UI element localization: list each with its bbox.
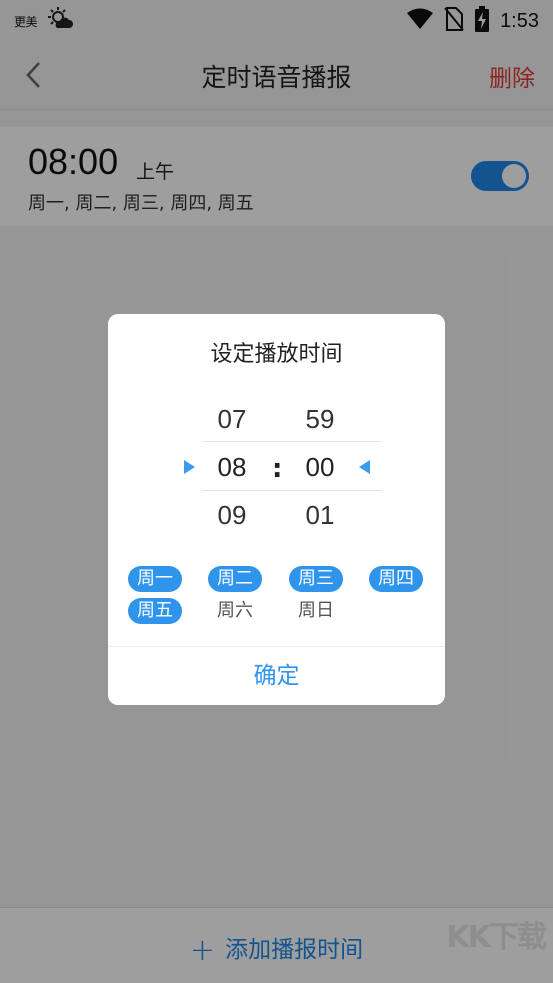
day-chip-sat[interactable]: 周六 xyxy=(208,598,262,624)
weekday-selector: 周一 周二 周三 周四 周五 周六 周日 xyxy=(108,564,445,634)
hour-next[interactable]: 09 xyxy=(202,500,262,531)
confirm-button[interactable]: 确定 xyxy=(108,647,445,705)
day-chip-mon[interactable]: 周一 xyxy=(128,566,182,592)
selection-arrow-left-icon xyxy=(184,460,195,474)
minute-prev[interactable]: 59 xyxy=(290,404,350,435)
picker-divider-top xyxy=(202,441,382,442)
minute-current[interactable]: 00 xyxy=(290,452,350,483)
hour-current[interactable]: 08 xyxy=(202,452,262,483)
minute-next[interactable]: 01 xyxy=(290,500,350,531)
day-chip-wed[interactable]: 周三 xyxy=(289,566,343,592)
time-picker[interactable]: 07 59 08 : 00 09 01 xyxy=(108,394,445,544)
time-picker-dialog: 设定播放时间 07 59 08 : 00 09 01 周一 周二 周三 周四 周… xyxy=(108,314,445,705)
day-chip-tue[interactable]: 周二 xyxy=(208,566,262,592)
day-chip-sun[interactable]: 周日 xyxy=(289,598,343,624)
hour-prev[interactable]: 07 xyxy=(202,404,262,435)
day-chip-fri[interactable]: 周五 xyxy=(128,598,182,624)
picker-divider-bottom xyxy=(202,490,382,491)
dialog-title: 设定播放时间 xyxy=(210,342,343,367)
selection-arrow-right-icon xyxy=(359,460,370,474)
time-separator: : xyxy=(272,454,283,484)
day-chip-thu[interactable]: 周四 xyxy=(369,566,423,592)
